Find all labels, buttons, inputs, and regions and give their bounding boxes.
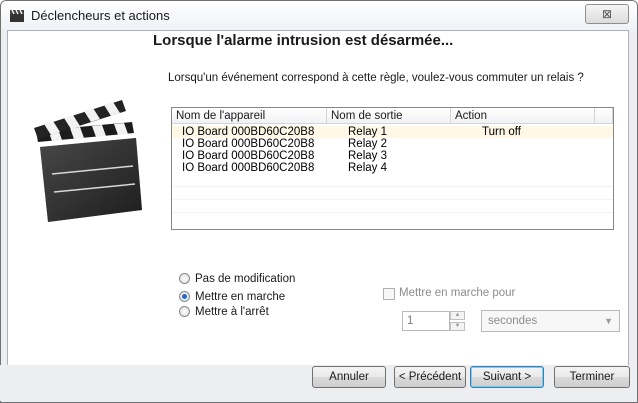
column-filler [595,108,613,124]
list-item[interactable]: IO Board 000BD60C20B8 Relay 3 [172,150,613,162]
output-cell: Relay 2 [348,138,387,150]
chevron-down-icon: ▼ [604,316,613,326]
empty-row [172,200,613,213]
close-icon: ⊠ [601,7,613,21]
list-item[interactable]: IO Board 000BD60C20B8 Relay 4 [172,162,613,174]
chevron-down-icon[interactable]: ▼ [450,322,465,331]
page-heading: Lorsque l'alarme intrusion est désarmée.… [153,32,454,49]
clapperboard-icon [10,9,24,22]
title-bar[interactable]: Déclencheurs et actions ⊠ [1,1,637,31]
duration-unit-value: secondes [488,315,538,327]
question-text: Lorsqu'un événement correspond à cette r… [168,72,584,84]
radio-button[interactable] [179,273,190,284]
cancel-button[interactable]: Annuler [312,366,386,388]
radio-button-selected[interactable] [179,291,190,302]
action-cell: Turn off [482,126,521,138]
next-button[interactable]: Suivant > [470,366,544,388]
list-header: Nom de l'appareil Nom de sortie Action [172,108,613,125]
list-rows: IO Board 000BD60C20B8 Relay 1 Turn off I… [172,126,613,213]
radio-label: Pas de modification [195,273,296,285]
clapperboard-illustration [34,100,142,222]
list-item[interactable]: IO Board 000BD60C20B8 Relay 2 [172,138,613,150]
relay-list[interactable]: Nom de l'appareil Nom de sortie Action I… [171,107,614,230]
list-item[interactable]: IO Board 000BD60C20B8 Relay 1 Turn off [172,126,613,138]
radio-label: Mettre en marche [195,291,286,303]
previous-button[interactable]: < Précédent [394,366,466,388]
radio-button[interactable] [179,306,190,317]
chevron-up-icon[interactable]: ▲ [450,311,465,320]
output-cell: Relay 1 [348,126,387,138]
device-cell: IO Board 000BD60C20B8 [182,162,315,174]
duration-value-input[interactable]: 1 [402,311,450,331]
duration-stepper[interactable]: ▲ ▼ [450,311,466,331]
close-button[interactable]: ⊠ [585,4,629,24]
column-output-name[interactable]: Nom de sortie [327,108,451,124]
duration-unit-select[interactable]: secondes ▼ [481,310,620,332]
radio-label: Mettre à l'arrêt [195,306,269,318]
device-cell: IO Board 000BD60C20B8 [182,138,315,150]
device-cell: IO Board 000BD60C20B8 [182,126,315,138]
device-cell: IO Board 000BD60C20B8 [182,150,315,162]
empty-row [172,174,613,187]
column-action[interactable]: Action [451,108,595,124]
output-cell: Relay 3 [348,150,387,162]
duration-checkbox[interactable] [383,288,395,300]
column-device-name[interactable]: Nom de l'appareil [172,108,327,124]
window-title: Déclencheurs et actions [31,8,170,23]
empty-row [172,187,613,200]
duration-checkbox-label: Mettre en marche pour [399,287,516,299]
finish-button[interactable]: Terminer [554,366,630,388]
output-cell: Relay 4 [348,162,387,174]
